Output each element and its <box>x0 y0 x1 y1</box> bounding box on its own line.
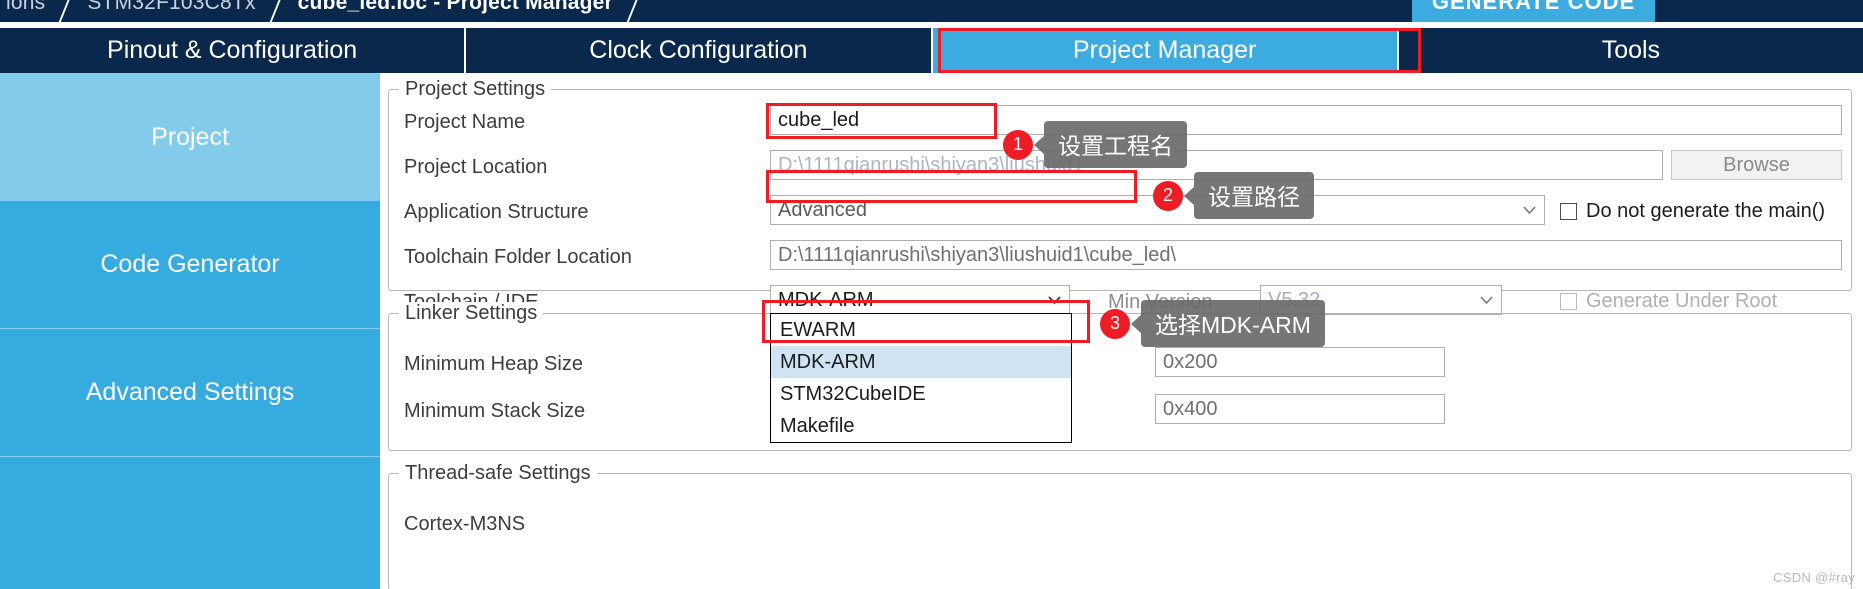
chevron-down-icon <box>1523 206 1536 214</box>
dropdown-option-makefile[interactable]: Makefile <box>771 410 1071 442</box>
dropdown-option-ewarm[interactable]: EWARM <box>771 314 1071 346</box>
callout-3-tooltip: 选择MDK-ARM <box>1141 300 1325 347</box>
breadcrumb-separator-icon <box>55 0 81 22</box>
project-settings-group-title: Project Settings <box>399 78 552 101</box>
breadcrumb: ions STM32F103C8Tx cube_led.ioc - Projec… <box>0 0 649 22</box>
watermark: CSDN @#ray <box>1773 570 1855 585</box>
toolchain-ide-combo[interactable]: MDK-ARM <box>770 285 1070 315</box>
content-area: Project Code Generator Advanced Settings… <box>0 73 1863 589</box>
project-name-input[interactable] <box>770 105 1842 135</box>
breadcrumb-item-2[interactable]: cube_led.ioc - Project Manager <box>292 0 623 15</box>
sidebar-filler <box>0 457 380 585</box>
breadcrumb-bar: ions STM32F103C8Tx cube_led.ioc - Projec… <box>0 0 1863 22</box>
sidebar-item-code-generator[interactable]: Code Generator <box>0 201 380 329</box>
tab-pinout-configuration[interactable]: Pinout & Configuration <box>0 28 467 73</box>
sidebar-item-project[interactable]: Project <box>0 73 380 201</box>
breadcrumb-separator-icon <box>623 0 649 22</box>
toolchain-folder-location-input[interactable] <box>770 240 1842 270</box>
checkbox-box-icon <box>1560 293 1577 310</box>
stm32cubemx-window: ions STM32F103C8Tx cube_led.ioc - Projec… <box>0 0 1863 589</box>
project-location-label: Project Location <box>404 156 548 178</box>
tab-project-manager[interactable]: Project Manager <box>932 28 1399 73</box>
tab-tools[interactable]: Tools <box>1399 28 1863 73</box>
thread-safe-settings-group: Thread-safe Settings <box>388 462 1852 589</box>
chevron-down-icon <box>1480 296 1493 304</box>
generate-code-button[interactable]: GENERATE CODE <box>1412 0 1655 22</box>
callout-1-badge: 1 <box>1003 129 1033 160</box>
do-not-generate-main-label: Do not generate the main() <box>1586 200 1826 222</box>
breadcrumb-separator-icon <box>266 0 292 22</box>
callout-3-badge: 3 <box>1100 308 1130 339</box>
callout-1-tooltip: 设置工程名 <box>1044 121 1187 168</box>
linker-settings-group-title: Linker Settings <box>399 302 544 325</box>
toolchain-ide-dropdown[interactable]: EWARM MDK-ARM STM32CubeIDE Makefile <box>770 313 1072 443</box>
thread-safe-settings-group-title: Thread-safe Settings <box>399 462 597 485</box>
callout-2-badge: 2 <box>1153 180 1183 211</box>
application-structure-value: Advanced <box>778 198 867 221</box>
callout-2-tooltip: 设置路径 <box>1194 172 1314 219</box>
application-structure-label: Application Structure <box>404 201 589 223</box>
breadcrumb-item-1[interactable]: STM32F103C8Tx <box>81 0 265 15</box>
project-name-label: Project Name <box>404 111 526 133</box>
dropdown-option-mdk-arm[interactable]: MDK-ARM <box>771 346 1071 378</box>
main-tabbar: Pinout & Configuration Clock Configurati… <box>0 28 1863 73</box>
generate-under-root-label: Generate Under Root <box>1586 290 1778 312</box>
sidebar: Project Code Generator Advanced Settings <box>0 73 380 589</box>
browse-button[interactable]: Browse <box>1671 150 1842 180</box>
callout-1: 1 设置工程名 <box>1003 121 1187 168</box>
callout-3: 3 选择MDK-ARM <box>1100 300 1325 347</box>
minimum-heap-size-input[interactable] <box>1155 347 1445 377</box>
generate-under-root-checkbox[interactable]: Generate Under Root <box>1560 290 1777 313</box>
do-not-generate-main-checkbox[interactable]: Do not generate the main() <box>1560 200 1825 223</box>
breadcrumb-item-0[interactable]: ions <box>0 0 55 15</box>
minimum-stack-size-label: Minimum Stack Size <box>404 400 586 422</box>
checkbox-box-icon <box>1560 203 1577 220</box>
cortex-m3ns-label: Cortex-M3NS <box>404 513 526 535</box>
sidebar-item-advanced-settings[interactable]: Advanced Settings <box>0 329 380 457</box>
tab-clock-configuration[interactable]: Clock Configuration <box>466 28 933 73</box>
callout-2: 2 设置路径 <box>1153 172 1314 219</box>
dropdown-option-stm32cubeide[interactable]: STM32CubeIDE <box>771 378 1071 410</box>
chevron-down-icon <box>1048 296 1061 304</box>
minimum-stack-size-input[interactable] <box>1155 394 1445 424</box>
minimum-heap-size-label: Minimum Heap Size <box>404 353 583 375</box>
toolchain-ide-value: MDK-ARM <box>778 288 874 311</box>
toolchain-folder-location-label: Toolchain Folder Location <box>404 246 632 268</box>
